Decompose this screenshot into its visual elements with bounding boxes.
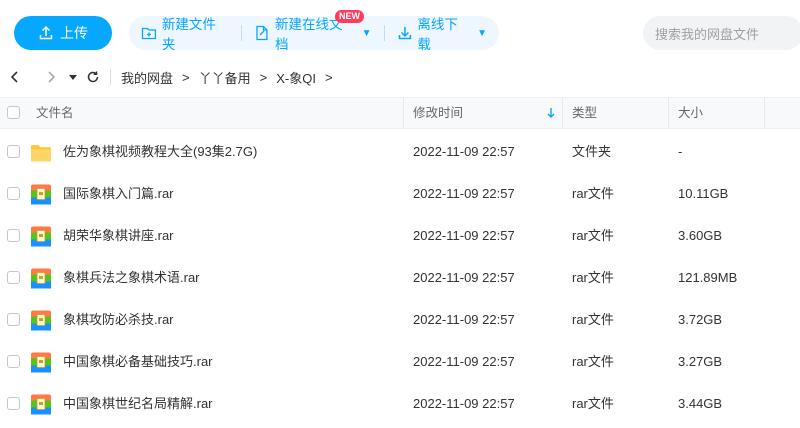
forward-icon[interactable] xyxy=(42,68,60,86)
rar-icon xyxy=(31,268,51,289)
offline-download-button[interactable]: 离线下载 ▼ xyxy=(385,16,500,52)
rar-icon xyxy=(31,310,51,331)
column-divider xyxy=(764,98,765,128)
table-row[interactable]: 佐为象棋视频教程大全(93集2.7G) 2022-11-09 22:57 文件夹… xyxy=(0,131,800,173)
row-checkbox[interactable] xyxy=(7,145,20,158)
upload-icon xyxy=(39,25,53,40)
file-size: 3.44GB xyxy=(678,396,723,411)
new-online-doc-button[interactable]: 新建在线文档 ▼ xyxy=(242,16,383,52)
new-folder-label: 新建文件夹 xyxy=(161,17,216,52)
rar-icon xyxy=(31,184,51,205)
table-header: 文件名 修改时间 类型 大小 xyxy=(0,97,800,129)
row-checkbox[interactable] xyxy=(7,355,20,368)
file-name[interactable]: 象棋攻防必杀技.rar xyxy=(63,299,174,341)
back-icon[interactable] xyxy=(6,68,24,86)
new-folder-icon xyxy=(141,27,157,40)
column-divider xyxy=(562,98,563,128)
file-name[interactable]: 胡荣华象棋讲座.rar xyxy=(63,215,174,257)
breadcrumb-separator: > xyxy=(259,69,268,85)
file-size: - xyxy=(678,144,683,159)
file-modified: 2022-11-09 22:57 xyxy=(413,396,515,411)
file-type: rar文件 xyxy=(572,270,614,285)
new-badge: NEW xyxy=(335,10,364,23)
row-checkbox[interactable] xyxy=(7,397,20,410)
file-name[interactable]: 象棋兵法之象棋术语.rar xyxy=(63,257,200,299)
file-type: rar文件 xyxy=(572,396,614,411)
file-size: 3.27GB xyxy=(678,354,723,369)
file-modified: 2022-11-09 22:57 xyxy=(413,270,515,285)
table-row[interactable]: 象棋兵法之象棋术语.rar 2022-11-09 22:57 rar文件 121… xyxy=(0,257,800,299)
folder-icon xyxy=(31,145,51,162)
new-folder-button[interactable]: 新建文件夹 xyxy=(129,16,241,52)
nav-divider xyxy=(110,69,111,85)
file-name[interactable]: 国际象棋入门篇.rar xyxy=(63,173,174,215)
rar-icon xyxy=(31,226,51,247)
breadcrumb-item[interactable]: 丫丫备用 xyxy=(199,68,251,87)
breadcrumb-separator: > xyxy=(182,69,190,85)
breadcrumb-item[interactable]: 我的网盘 xyxy=(121,68,173,87)
file-size: 10.11GB xyxy=(678,186,729,201)
search-placeholder: 搜索我的网盘文件 xyxy=(655,26,760,42)
row-checkbox[interactable] xyxy=(7,313,20,326)
row-checkbox[interactable] xyxy=(7,229,20,242)
file-modified: 2022-11-09 22:57 xyxy=(413,144,515,159)
search-input[interactable]: 搜索我的网盘文件 xyxy=(643,16,800,50)
file-modified: 2022-11-09 22:57 xyxy=(413,312,515,327)
file-name[interactable]: 佐为象棋视频教程大全(93集2.7G) xyxy=(63,131,257,173)
offline-download-label: 离线下载 xyxy=(417,17,458,52)
sort-down-icon[interactable] xyxy=(546,107,556,119)
file-name[interactable]: 中国象棋必备基础技巧.rar xyxy=(63,341,213,383)
column-divider xyxy=(403,98,404,128)
breadcrumb-separator: > xyxy=(324,69,333,85)
file-modified: 2022-11-09 22:57 xyxy=(413,354,515,369)
chevron-down-icon: ▼ xyxy=(477,27,487,39)
row-checkbox[interactable] xyxy=(7,187,20,200)
table-row[interactable]: 象棋攻防必杀技.rar 2022-11-09 22:57 rar文件 3.72G… xyxy=(0,299,800,341)
file-size: 3.72GB xyxy=(678,312,723,327)
column-header-type[interactable]: 类型 xyxy=(572,98,597,128)
file-size: 121.89MB xyxy=(678,270,738,285)
toolbar: 上传 新建文件夹 新建在线文档 ▼ 离线下载 ▼ NEW 搜索我的网盘文件 xyxy=(0,0,800,64)
select-all-checkbox[interactable] xyxy=(7,106,20,119)
toolbar-actions: 新建文件夹 新建在线文档 ▼ 离线下载 ▼ xyxy=(129,16,500,52)
table-row[interactable]: 国际象棋入门篇.rar 2022-11-09 22:57 rar文件 10.11… xyxy=(0,173,800,215)
row-checkbox[interactable] xyxy=(7,271,20,284)
download-icon xyxy=(398,27,411,40)
navigation-bar: 我的网盘 > 丫丫备用 > X-象QI > xyxy=(0,64,800,90)
file-modified: 2022-11-09 22:57 xyxy=(413,228,515,243)
table-row[interactable]: 中国象棋世纪名局精解.rar 2022-11-09 22:57 rar文件 3.… xyxy=(0,383,800,425)
file-modified: 2022-11-09 22:57 xyxy=(413,186,515,201)
file-type: 文件夹 xyxy=(572,144,612,159)
file-name[interactable]: 中国象棋世纪名局精解.rar xyxy=(63,383,213,425)
history-dropdown-icon[interactable] xyxy=(68,68,78,86)
upload-label: 上传 xyxy=(60,25,88,41)
new-doc-icon xyxy=(256,25,268,41)
refresh-icon[interactable] xyxy=(84,68,102,86)
table-row[interactable]: 中国象棋必备基础技巧.rar 2022-11-09 22:57 rar文件 3.… xyxy=(0,341,800,383)
rar-icon xyxy=(31,352,51,373)
file-type: rar文件 xyxy=(572,228,614,243)
file-size: 3.60GB xyxy=(678,228,723,243)
breadcrumb-item[interactable]: X-象QI xyxy=(276,68,316,87)
file-type: rar文件 xyxy=(572,312,614,327)
chevron-down-icon: ▼ xyxy=(361,27,372,39)
file-type: rar文件 xyxy=(572,354,614,369)
column-header-name[interactable]: 文件名 xyxy=(36,98,74,128)
rar-icon xyxy=(31,394,51,415)
table-row[interactable]: 胡荣华象棋讲座.rar 2022-11-09 22:57 rar文件 3.60G… xyxy=(0,215,800,257)
file-type: rar文件 xyxy=(572,186,614,201)
upload-button[interactable]: 上传 xyxy=(14,16,112,50)
column-divider xyxy=(668,98,669,128)
column-header-modified[interactable]: 修改时间 xyxy=(413,98,463,128)
column-header-size[interactable]: 大小 xyxy=(678,98,703,128)
breadcrumb: 我的网盘 > 丫丫备用 > X-象QI > xyxy=(121,68,342,87)
